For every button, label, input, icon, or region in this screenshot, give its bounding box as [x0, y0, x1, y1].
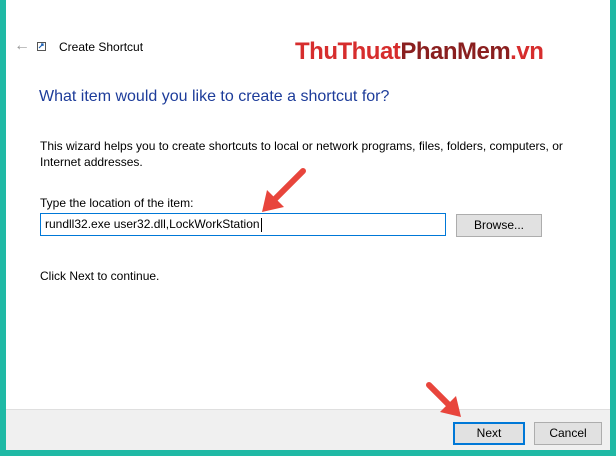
- window-frame: ← Create Shortcut ThuThuatPhanMem.vn Wha…: [0, 0, 616, 456]
- location-input-value: rundll32.exe user32.dll,LockWorkStation: [45, 217, 260, 231]
- dialog-footer: Next Cancel: [6, 409, 610, 450]
- browse-button[interactable]: Browse...: [456, 214, 542, 237]
- page-heading: What item would you like to create a sho…: [39, 88, 390, 105]
- wizard-dialog: ← Create Shortcut ThuThuatPhanMem.vn Wha…: [6, 0, 610, 450]
- back-arrow-icon[interactable]: ←: [14, 38, 30, 54]
- location-label: Type the location of the item:: [40, 196, 194, 210]
- window-title: Create Shortcut: [59, 40, 144, 54]
- next-button[interactable]: Next: [453, 422, 525, 445]
- title-bar: ← Create Shortcut ThuThuatPhanMem.vn: [6, 0, 610, 66]
- continue-instruction: Click Next to continue.: [40, 269, 160, 283]
- location-input[interactable]: rundll32.exe user32.dll,LockWorkStation: [40, 213, 446, 236]
- red-pointer-arrow-icon: [426, 382, 461, 417]
- wizard-description: This wizard helps you to create shortcut…: [40, 139, 563, 169]
- text-caret: [260, 217, 262, 232]
- red-pointer-arrow-icon: [262, 168, 306, 212]
- cancel-button[interactable]: Cancel: [534, 422, 602, 445]
- shortcut-app-icon: [37, 42, 46, 51]
- watermark-logo: ThuThuatPhanMem.vn: [295, 38, 544, 65]
